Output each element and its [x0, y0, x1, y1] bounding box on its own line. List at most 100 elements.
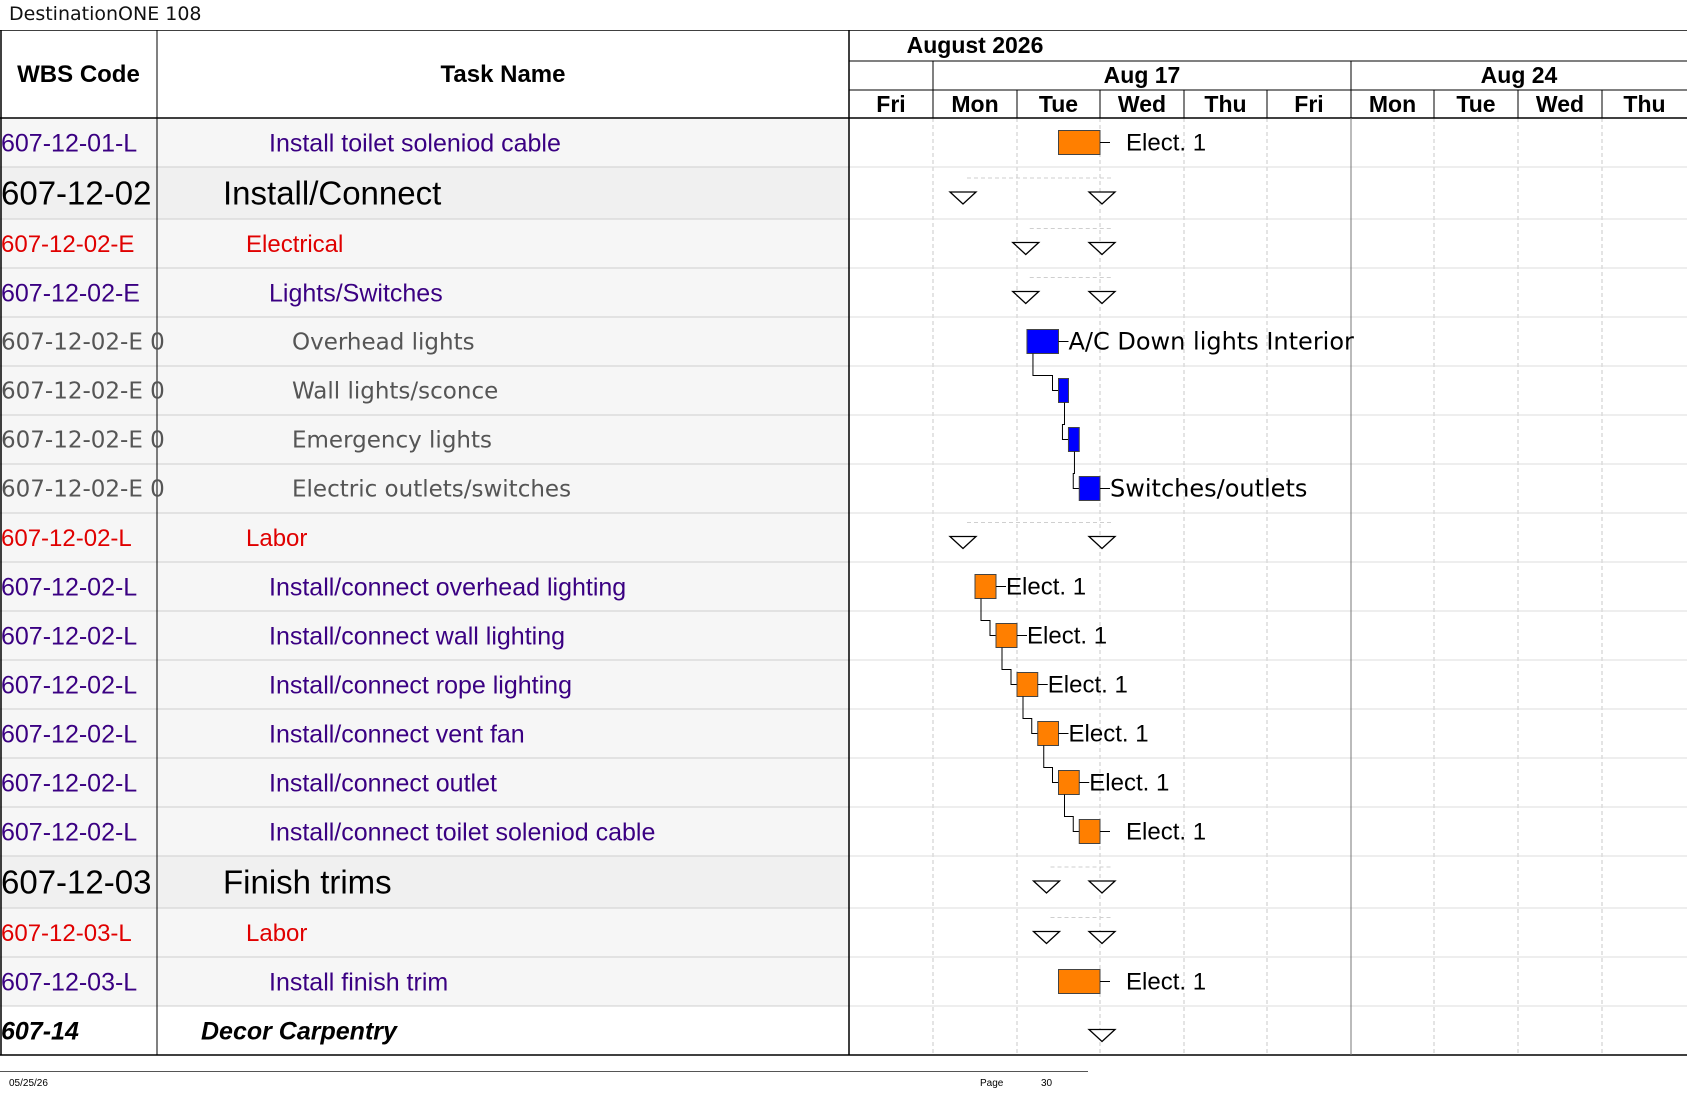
bar-resource-label: Elect. 1 [1089, 770, 1169, 797]
day-header: Wed [1536, 91, 1584, 117]
wbs-code: 607-14 [1, 1017, 79, 1045]
dependency-link [1072, 451, 1080, 489]
day-header: Wed [1118, 91, 1166, 117]
wbs-code: 607-12-02-L [1, 525, 132, 552]
task-name: Install/Connect [223, 175, 441, 212]
task-column-header: Task Name [441, 61, 566, 88]
task-name: Install/connect toilet soleniod cable [269, 818, 655, 846]
wbs-code: 607-12-02-L [1, 622, 137, 650]
day-header: Mon [1369, 91, 1416, 117]
bar-resource-label: Elect. 1 [1126, 819, 1206, 846]
task-name: Install finish trim [269, 968, 448, 996]
wbs-code: 607-12-02-E [1, 279, 140, 307]
electrical-task-bar[interactable] [1078, 476, 1101, 501]
day-header: Thu [1204, 91, 1246, 117]
dependency-link [1022, 696, 1038, 734]
gantt-grid: WBS Code Task Name August 2026 Aug 17 Aug 24… [0, 30, 1687, 1056]
wbs-code: 607-12-02 [1, 175, 151, 212]
summary-start-marker [948, 191, 978, 205]
summary-start-marker [1031, 930, 1062, 945]
footer-rule [0, 1071, 1088, 1072]
week-header: Aug 24 [1481, 62, 1558, 88]
summary-end-marker [1087, 241, 1117, 256]
task-name: Install/connect wall lighting [269, 622, 565, 650]
footer-page-number: 30 [1041, 1078, 1053, 1089]
task-name: Install/connect overhead lighting [269, 573, 626, 601]
wbs-code: 607-12-02-L [1, 818, 137, 846]
labor-task-bar[interactable] [995, 623, 1018, 648]
day-header: Tue [1039, 91, 1078, 117]
labor-task-bar[interactable] [974, 574, 997, 599]
task-name: Emergency lights [292, 428, 492, 454]
dependency-link [1061, 402, 1069, 440]
wbs-code: 607-12-02-L [1, 573, 137, 601]
wbs-code: 607-12-03 [1, 864, 151, 901]
wbs-column-header: WBS Code [17, 61, 140, 88]
wbs-code: 607-12-02-E [1, 231, 134, 258]
bar-resource-label: Elect. 1 [1069, 721, 1149, 748]
summary-start-marker [948, 535, 978, 550]
week-header: Aug 17 [1104, 62, 1181, 88]
app-title: DestinationONE 108 [9, 3, 202, 25]
wbs-code: 607-12-02-L [1, 769, 137, 797]
dependency-link [1001, 647, 1017, 685]
labor-task-bar[interactable] [1058, 130, 1101, 155]
task-row-bg [0, 1006, 849, 1055]
electrical-task-bar[interactable] [1058, 378, 1069, 403]
bar-resource-label: Switches/outlets [1110, 475, 1307, 503]
wbs-code: 607-12-02-E 0 [1, 379, 165, 405]
dependency-link [1032, 353, 1059, 391]
wbs-code: 607-12-02-L [1, 671, 137, 699]
summary-end-marker [1087, 880, 1117, 894]
summary-end-marker [1087, 535, 1117, 550]
wbs-code: 607-12-02-E 0 [1, 477, 165, 503]
bar-resource-label: A/C Down lights Interior [1069, 328, 1355, 356]
labor-task-bar[interactable] [1037, 721, 1059, 746]
footer-page-label: Page [980, 1078, 1004, 1089]
wbs-code: 607-12-02-E 0 [1, 330, 165, 356]
task-name: Install/connect vent fan [269, 720, 525, 748]
bar-resource-label: Elect. 1 [1027, 623, 1107, 650]
labor-task-bar[interactable] [1058, 969, 1101, 994]
bar-resource-label: Elect. 1 [1006, 574, 1086, 601]
bar-resource-label: Elect. 1 [1126, 130, 1206, 157]
day-header: Tue [1456, 91, 1495, 117]
bar-resource-label: Elect. 1 [1048, 672, 1128, 699]
summary-start-marker [1031, 880, 1062, 894]
summary-end-marker [1087, 930, 1117, 945]
day-header: Fri [1294, 91, 1323, 117]
task-name: Labor [246, 525, 307, 552]
labor-task-bar[interactable] [1058, 770, 1080, 795]
day-header: Fri [876, 91, 905, 117]
summary-marker [1087, 1028, 1117, 1043]
labor-task-bar[interactable] [1078, 819, 1101, 844]
task-name: Overhead lights [292, 330, 475, 356]
task-name: Lights/Switches [269, 279, 443, 307]
dependency-link [1064, 794, 1080, 832]
labor-task-bar[interactable] [1016, 672, 1039, 697]
task-name: Install/connect rope lighting [269, 671, 572, 699]
task-name: Finish trims [223, 864, 392, 901]
task-name: Electric outlets/switches [292, 477, 571, 503]
task-name: Install/connect outlet [269, 769, 497, 797]
day-header: Thu [1623, 91, 1665, 117]
wbs-code: 607-12-03-L [1, 968, 137, 996]
day-header: Mon [951, 91, 998, 117]
wbs-code: 607-12-02-E 0 [1, 428, 165, 454]
task-name: Install toilet soleniod cable [269, 129, 561, 157]
task-name: Electrical [246, 231, 343, 258]
electrical-task-bar[interactable] [1067, 427, 1080, 452]
task-name: Decor Carpentry [201, 1017, 398, 1045]
wbs-code: 607-12-01-L [1, 129, 137, 157]
summary-end-marker [1087, 191, 1117, 205]
electrical-task-bar[interactable] [1026, 329, 1059, 354]
dependency-link [980, 598, 996, 636]
task-name: Wall lights/sconce [292, 379, 498, 405]
footer-date: 05/25/26 [9, 1078, 48, 1089]
month-header: August 2026 [907, 32, 1044, 58]
bar-resource-label: Elect. 1 [1126, 969, 1206, 996]
dependency-link [1043, 745, 1059, 783]
summary-end-marker [1087, 290, 1117, 305]
wbs-code: 607-12-03-L [1, 920, 132, 947]
wbs-code: 607-12-02-L [1, 720, 137, 748]
